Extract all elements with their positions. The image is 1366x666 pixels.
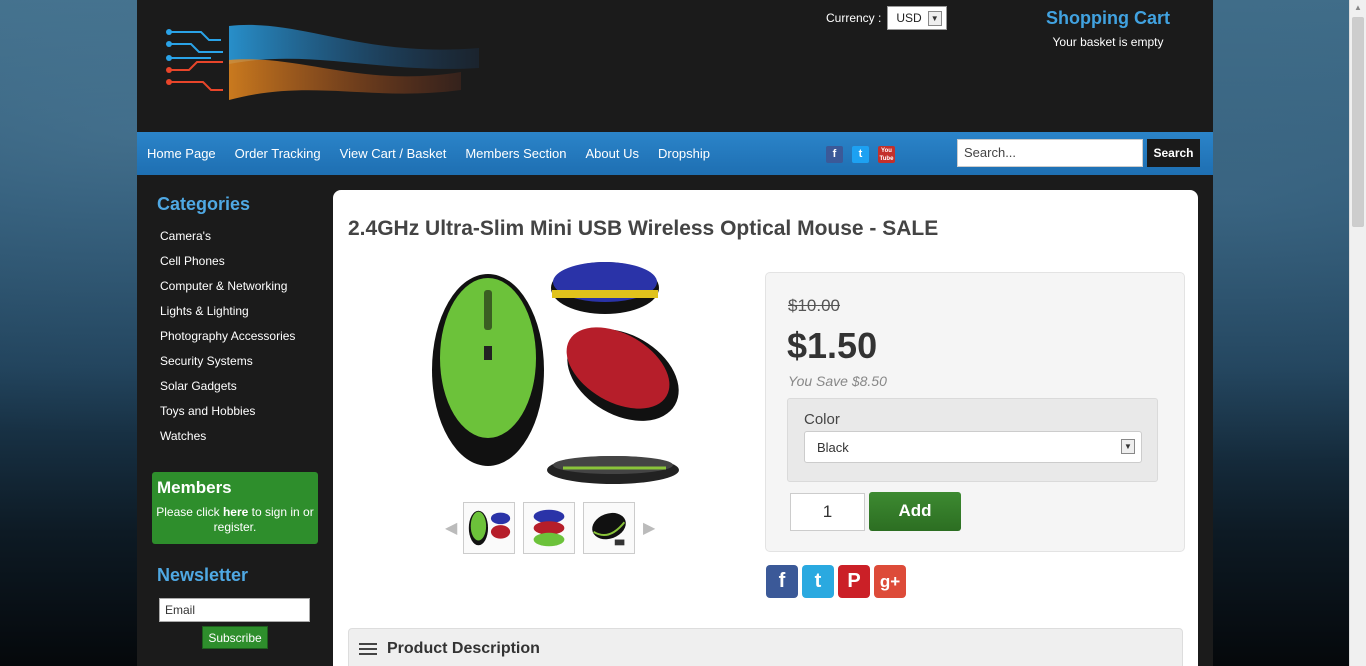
category-item[interactable]: Security Systems — [160, 354, 333, 379]
product-title: 2.4GHz Ultra-Slim Mini USB Wireless Opti… — [348, 217, 939, 240]
pinterest-share-icon[interactable]: P — [838, 565, 870, 598]
nav-dropship[interactable]: Dropship — [658, 146, 710, 161]
facebook-share-icon[interactable]: f — [766, 565, 798, 598]
chevron-down-icon: ▼ — [927, 10, 942, 26]
email-field[interactable]: Email — [159, 598, 310, 622]
store-logo[interactable] — [161, 18, 481, 108]
category-item[interactable]: Camera's — [160, 229, 333, 254]
chevron-right-icon[interactable]: ▶ — [643, 518, 655, 538]
nav-order-tracking[interactable]: Order Tracking — [235, 146, 321, 161]
main-nav: Home Page Order Tracking View Cart / Bas… — [137, 132, 1213, 175]
members-text: Please click here to sign in or register… — [152, 505, 318, 535]
search-input[interactable]: Search... — [957, 139, 1143, 167]
thumbnail[interactable] — [523, 502, 575, 554]
color-label: Color — [804, 411, 840, 428]
members-heading: Members — [157, 478, 232, 497]
color-option: Color Black ▼ — [787, 398, 1158, 482]
members-box: Members Please click here to sign in or … — [152, 472, 318, 544]
categories-heading: Categories — [157, 194, 251, 214]
search-button[interactable]: Search — [1147, 139, 1200, 167]
facebook-icon[interactable]: f — [826, 146, 843, 163]
cart-title[interactable]: Shopping Cart — [1017, 8, 1199, 29]
savings-text: You Save $8.50 — [788, 373, 887, 389]
product-main-image[interactable] — [428, 260, 688, 490]
google-plus-share-icon[interactable]: g+ — [874, 565, 906, 598]
category-item[interactable]: Computer & Networking — [160, 279, 333, 304]
newsletter-heading: Newsletter — [157, 565, 249, 585]
category-item[interactable]: Lights & Lighting — [160, 304, 333, 329]
color-dropdown[interactable]: Black ▼ — [804, 431, 1142, 463]
thumbnail[interactable] — [583, 502, 635, 554]
currency-selector: Currency : USD ▼ — [826, 6, 947, 30]
chevron-down-icon: ▼ — [1121, 439, 1135, 454]
thumbnail[interactable] — [463, 502, 515, 554]
members-signin-link[interactable]: here — [223, 505, 248, 519]
color-value: Black — [817, 440, 849, 455]
sidebar: Categories Camera's Cell Phones Computer… — [137, 175, 333, 649]
share-buttons: f t P g+ — [766, 565, 906, 598]
sale-price: $1.50 — [787, 325, 878, 366]
nav-home[interactable]: Home Page — [147, 146, 216, 161]
quantity-field[interactable]: 1 — [790, 493, 865, 531]
cart-status: Your basket is empty — [1052, 35, 1164, 49]
category-item[interactable]: Toys and Hobbies — [160, 404, 333, 429]
shopping-cart[interactable]: Shopping Cart Your basket is empty — [1017, 8, 1199, 49]
twitter-icon[interactable]: t — [852, 146, 869, 163]
list-icon — [359, 643, 377, 657]
product-description-header[interactable]: Product Description — [348, 628, 1183, 666]
category-item[interactable]: Watches — [160, 429, 333, 454]
nav-about[interactable]: About Us — [586, 146, 639, 161]
category-item[interactable]: Cell Phones — [160, 254, 333, 279]
add-to-cart-button[interactable]: Add — [869, 492, 961, 531]
thumbnail-strip: ◀ ▶ — [445, 502, 655, 554]
subscribe-button[interactable]: Subscribe — [202, 626, 268, 649]
old-price: $10.00 — [788, 296, 840, 315]
currency-value: USD — [896, 11, 922, 25]
category-item[interactable]: Photography Accessories — [160, 329, 333, 354]
currency-dropdown[interactable]: USD ▼ — [887, 6, 947, 30]
currency-label: Currency : — [826, 11, 882, 25]
category-list: Camera's Cell Phones Computer & Networki… — [137, 229, 333, 454]
scrollbar-thumb[interactable] — [1352, 17, 1364, 227]
category-item[interactable]: Solar Gadgets — [160, 379, 333, 404]
purchase-box: $10.00 $1.50 You Save $8.50 Color Black … — [765, 272, 1185, 552]
nav-members[interactable]: Members Section — [465, 146, 566, 161]
scroll-up-icon[interactable]: ▲ — [1350, 0, 1366, 16]
members-text-pre: Please click — [156, 505, 220, 519]
description-heading: Product Description — [387, 640, 540, 657]
page-scrollbar[interactable]: ▲ — [1349, 0, 1366, 666]
site-header: Currency : USD ▼ Shopping Cart Your bask… — [137, 0, 1213, 132]
chevron-left-icon[interactable]: ◀ — [445, 518, 457, 538]
youtube-icon[interactable]: You Tube — [878, 146, 895, 163]
product-panel: 2.4GHz Ultra-Slim Mini USB Wireless Opti… — [333, 190, 1198, 666]
store-page: Currency : USD ▼ Shopping Cart Your bask… — [137, 0, 1213, 666]
nav-view-cart[interactable]: View Cart / Basket — [340, 146, 447, 161]
social-links: f t You Tube — [826, 146, 895, 163]
twitter-share-icon[interactable]: t — [802, 565, 834, 598]
